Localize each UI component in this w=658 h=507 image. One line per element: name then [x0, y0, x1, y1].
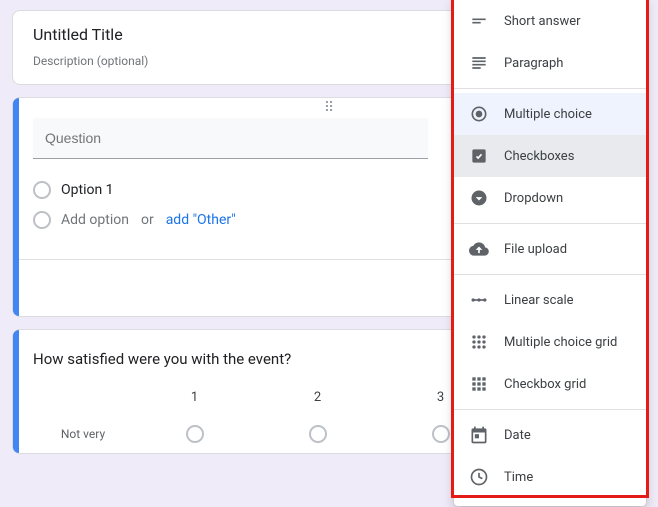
- menu-item-dropdown[interactable]: Dropdown: [454, 177, 646, 219]
- menu-separator: [454, 274, 646, 275]
- scale-radio[interactable]: [432, 425, 450, 443]
- menu-label: Date: [504, 428, 531, 443]
- menu-label: Linear scale: [504, 293, 574, 308]
- menu-separator: [454, 223, 646, 224]
- paragraph-icon: [468, 52, 490, 74]
- menu-label: File upload: [504, 242, 567, 257]
- scale-number: 1: [191, 390, 198, 405]
- dropdown-icon: [468, 187, 490, 209]
- radio-icon: [33, 211, 51, 229]
- file-upload-icon: [468, 238, 490, 260]
- scale-number: 3: [437, 390, 444, 405]
- checkboxes-icon: [468, 145, 490, 167]
- scale-radio[interactable]: [309, 425, 327, 443]
- menu-label: Checkboxes: [504, 149, 574, 164]
- mc-grid-icon: [468, 331, 490, 353]
- add-other-button[interactable]: add "Other": [166, 212, 236, 228]
- option-label[interactable]: Option 1: [61, 182, 114, 198]
- menu-label: Multiple choice grid: [504, 335, 617, 350]
- menu-label: Dropdown: [504, 191, 563, 206]
- menu-item-multiple-choice[interactable]: Multiple choice: [454, 93, 646, 135]
- menu-label: Time: [504, 470, 533, 485]
- menu-separator: [454, 88, 646, 89]
- short-answer-icon: [468, 10, 490, 32]
- menu-label: Short answer: [504, 14, 581, 29]
- menu-item-date[interactable]: Date: [454, 414, 646, 456]
- menu-item-mc-grid[interactable]: Multiple choice grid: [454, 321, 646, 363]
- linear-scale-icon: [468, 289, 490, 311]
- menu-item-time[interactable]: Time: [454, 456, 646, 498]
- menu-label: Checkbox grid: [504, 377, 586, 392]
- scale-low-label: Not very: [33, 427, 133, 441]
- menu-label: Paragraph: [504, 56, 563, 71]
- selection-indicator: [13, 330, 19, 453]
- date-icon: [468, 424, 490, 446]
- question-input[interactable]: [33, 118, 428, 159]
- selection-indicator: [13, 98, 19, 316]
- menu-item-short-answer[interactable]: Short answer: [454, 0, 646, 42]
- add-option-button[interactable]: Add option: [61, 212, 129, 228]
- scale-number: 2: [314, 390, 321, 405]
- cb-grid-icon: [468, 373, 490, 395]
- multiple-choice-icon: [468, 103, 490, 125]
- question-type-menu: Short answer Paragraph Multiple choice C…: [454, 0, 646, 506]
- menu-item-linear-scale[interactable]: Linear scale: [454, 279, 646, 321]
- menu-separator: [454, 409, 646, 410]
- menu-item-paragraph[interactable]: Paragraph: [454, 42, 646, 84]
- scale-radio[interactable]: [186, 425, 204, 443]
- time-icon: [468, 466, 490, 488]
- menu-label: Multiple choice: [504, 107, 592, 122]
- menu-item-cb-grid[interactable]: Checkbox grid: [454, 363, 646, 405]
- or-text: or: [141, 212, 154, 228]
- menu-item-checkboxes[interactable]: Checkboxes: [454, 135, 646, 177]
- menu-item-file-upload[interactable]: File upload: [454, 228, 646, 270]
- radio-icon: [33, 181, 51, 199]
